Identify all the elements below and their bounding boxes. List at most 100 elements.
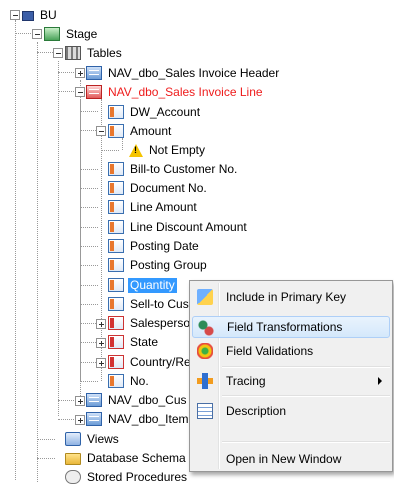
tree-node-label: Bill-to Customer No. xyxy=(130,161,238,176)
field-icon xyxy=(108,278,124,292)
tree-node-label: Quantity xyxy=(128,277,177,293)
collapse-toggle-stage[interactable] xyxy=(32,29,42,39)
tree-node-label: Sell-to Cus xyxy=(130,296,189,311)
tree-node-field[interactable]: Country/Re xyxy=(108,353,193,371)
menu-separator xyxy=(222,395,390,397)
expand-toggle-country[interactable] xyxy=(96,358,106,368)
tree-node-label: NAV_dbo_Sales Invoice Line xyxy=(108,84,263,99)
tree-node-bu[interactable]: BU xyxy=(22,6,59,24)
views-icon xyxy=(65,432,81,446)
collapse-toggle-bu[interactable] xyxy=(10,10,20,20)
field-icon xyxy=(108,162,124,176)
menu-separator xyxy=(222,366,390,368)
primary-key-icon xyxy=(197,289,213,305)
expand-toggle-state[interactable] xyxy=(96,338,106,348)
tree-node-label: Views xyxy=(87,431,119,446)
tree-node-table[interactable]: NAV_dbo_Item xyxy=(86,410,191,428)
tree-node-label: NAV_dbo_Sales Invoice Header xyxy=(108,65,280,80)
field-icon xyxy=(108,105,124,119)
collapse-toggle-tables[interactable] xyxy=(53,48,63,58)
tree-node-field[interactable]: State xyxy=(108,333,160,351)
table-error-icon xyxy=(86,85,102,99)
tree-node-label: Line Amount xyxy=(130,199,197,214)
tree-node-table[interactable]: NAV_dbo_Sales Invoice Header xyxy=(86,64,281,82)
tree-node-table-error[interactable]: NAV_dbo_Sales Invoice Line xyxy=(86,83,265,101)
tree-node-field[interactable]: Posting Group xyxy=(108,256,209,274)
expand-toggle-salesperson[interactable] xyxy=(96,319,106,329)
field-icon xyxy=(108,374,124,388)
tree-node-label: Salesperso xyxy=(130,315,191,330)
tree-node-label: NAV_dbo_Cus xyxy=(108,392,187,407)
context-menu: Include in Primary Key Field Transformat… xyxy=(189,280,393,472)
validations-icon xyxy=(197,343,213,359)
tree-node-label: Document No. xyxy=(130,180,207,195)
submenu-arrow-icon xyxy=(378,377,382,385)
tree-node-label: Tables xyxy=(87,45,122,60)
tree-node-field[interactable]: Document No. xyxy=(108,179,209,197)
menu-item-field-transformations[interactable]: Field Transformations xyxy=(192,316,390,338)
menu-item-label: Open in New Window xyxy=(226,452,342,466)
tree-node-label: No. xyxy=(130,373,149,388)
table-icon xyxy=(86,393,102,407)
tree-node-label: Posting Group xyxy=(130,257,207,272)
collapse-toggle-sales-invoice-line[interactable] xyxy=(75,87,85,97)
tree-node-label: Line Discount Amount xyxy=(130,219,247,234)
expand-toggle-sales-invoice-header[interactable] xyxy=(75,68,85,78)
tree-node-field[interactable]: No. xyxy=(108,372,151,390)
tree-node-label: Amount xyxy=(130,123,172,138)
tree-node-validation[interactable]: Not Empty xyxy=(129,141,207,159)
tree-node-field-selected[interactable]: Quantity xyxy=(108,276,177,294)
field-icon xyxy=(108,124,124,138)
tree-node-label: Not Empty xyxy=(149,142,206,157)
tree-node-label: Posting Date xyxy=(130,238,199,253)
tree-node-label: Country/Re xyxy=(130,354,191,369)
field-icon xyxy=(108,200,124,214)
field-icon xyxy=(108,181,124,195)
table-icon xyxy=(86,412,102,426)
procedure-icon xyxy=(65,470,81,484)
tree-node-label: Stage xyxy=(66,26,98,41)
tree-node-tables[interactable]: Tables xyxy=(65,44,124,62)
expand-toggle-customer[interactable] xyxy=(75,396,85,406)
menu-item-label: Description xyxy=(226,404,287,418)
tree-node-stage[interactable]: Stage xyxy=(44,25,99,43)
tree-node-stored-procedures[interactable]: Stored Procedures xyxy=(65,468,189,486)
menu-item-label: Field Validations xyxy=(226,344,314,358)
menu-item-tracing[interactable]: Tracing xyxy=(192,370,390,392)
tree-node-label: DW_Account xyxy=(130,104,201,119)
tree-node-database-schema[interactable]: Database Schema xyxy=(65,449,188,467)
tree-node-label: Stored Procedures xyxy=(87,469,188,484)
tree-node-field[interactable]: Line Discount Amount xyxy=(108,218,249,236)
folder-icon xyxy=(65,453,81,465)
tree-node-field[interactable]: Line Amount xyxy=(108,198,199,216)
field-error-icon xyxy=(108,355,124,369)
tree-node-field[interactable]: DW_Account xyxy=(108,103,202,121)
business-unit-icon xyxy=(22,11,34,21)
tree-node-label: Database Schema xyxy=(87,450,186,465)
tree-node-label: NAV_dbo_Item xyxy=(108,411,189,426)
menu-item-description[interactable]: Description xyxy=(192,400,390,422)
menu-item-include-primary-key[interactable]: Include in Primary Key xyxy=(192,286,390,308)
tracing-icon xyxy=(197,373,213,389)
transformations-icon xyxy=(198,320,214,336)
tables-folder-icon xyxy=(65,46,81,60)
field-icon xyxy=(108,297,124,311)
expand-toggle-item[interactable] xyxy=(75,415,85,425)
tree-node-field[interactable]: Sell-to Cus xyxy=(108,295,191,313)
tree-node-field[interactable]: Posting Date xyxy=(108,237,201,255)
tree-node-views[interactable]: Views xyxy=(65,430,121,448)
menu-item-label: Field Transformations xyxy=(227,320,343,334)
menu-item-label: Include in Primary Key xyxy=(226,290,347,304)
field-icon xyxy=(108,258,124,272)
tree-node-label: BU xyxy=(40,7,57,22)
menu-item-field-validations[interactable]: Field Validations xyxy=(192,340,390,362)
tree-node-field[interactable]: Bill-to Customer No. xyxy=(108,160,239,178)
warning-icon xyxy=(129,143,143,157)
tree-node-field[interactable]: Amount xyxy=(108,122,173,140)
menu-item-open-new-window[interactable]: Open in New Window xyxy=(192,448,390,470)
field-icon xyxy=(108,220,124,234)
collapse-toggle-amount[interactable] xyxy=(96,126,106,136)
description-icon xyxy=(197,403,213,419)
tree-node-table[interactable]: NAV_dbo_Cus xyxy=(86,391,189,409)
tree-node-field[interactable]: Salesperso xyxy=(108,314,192,332)
